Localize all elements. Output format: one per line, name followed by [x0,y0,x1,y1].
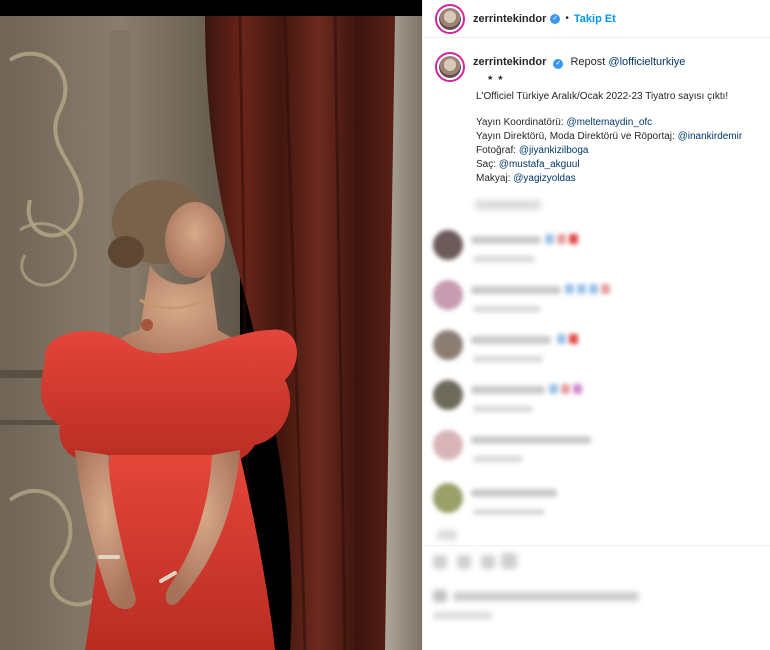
comment-text-blurred [471,286,561,294]
repost-mention-link[interactable]: @lofficielturkiye [608,56,685,68]
header-username[interactable]: zerrintekindor [473,13,546,25]
comment-text-blurred [471,386,545,394]
blurred-comment [433,330,763,370]
blurred-comment [433,230,763,270]
blurred-avatar-partial [437,530,457,540]
actions-divider [423,545,770,546]
post-caption: zerrintekindor ✓ Repost @lofficielturkiy… [423,38,770,186]
comment-icon[interactable] [457,555,471,569]
credit-label: Fotoğraf: [476,145,517,156]
save-icon[interactable] [501,553,517,569]
comment-meta-blurred [473,306,541,312]
follow-button[interactable]: Takip Et [574,13,616,25]
credit-line: Saç: @mustafa_akguul [476,158,758,172]
post-header: zerrintekindor ✓ • Takip Et [423,0,770,38]
emoji-icon [601,284,610,294]
credit-mention-link[interactable]: @yagizyoldas [513,173,575,184]
post-photo[interactable] [0,0,422,650]
emoji-icon [573,384,582,394]
credit-label: Saç: [476,159,497,170]
comment-meta-blurred [473,256,535,262]
post-sidebar: zerrintekindor ✓ • Takip Et zerrintekind… [422,0,770,650]
emoji-icon [577,284,586,294]
blurred-comment [433,483,763,523]
comment-text-blurred [471,236,541,244]
caption-body: L'Officiel Türkiye Aralık/Ocak 2022-23 T… [476,90,758,186]
comment-avatar[interactable] [433,380,463,410]
credit-line: Fotoğraf: @jiyankizilboga [476,144,758,158]
credit-line: Yayın Koordinatörü: @meltemaydin_ofc [476,116,758,130]
share-icon[interactable] [481,555,495,569]
post-date-blurred [433,612,493,619]
emoji-icon [561,384,570,394]
emoji-icon [557,334,566,344]
comment-avatar[interactable] [433,280,463,310]
emoji-icon [565,284,574,294]
credit-mention-link[interactable]: @inankirdemir [678,131,743,142]
emoji-icon [569,234,578,244]
credit-line: Yayın Direktörü, Moda Direktörü ve Röpor… [476,130,758,144]
caption-stars: ★ ★ [487,75,505,82]
likes-avatar [433,590,447,602]
blurred-caption-time [475,200,541,210]
blurred-comment [433,280,763,320]
caption-username[interactable]: zerrintekindor [473,56,546,68]
credit-mention-link[interactable]: @meltemaydin_ofc [566,117,652,128]
comment-meta-blurred [473,356,543,362]
emoji-icon [545,234,554,244]
credit-mention-link[interactable]: @jiyankizilboga [519,145,589,156]
comment-meta-blurred [473,456,523,462]
likes-text-blurred [453,592,639,601]
blurred-comment [433,430,763,470]
credit-mention-link[interactable]: @mustafa_akguul [499,159,580,170]
emoji-icon [589,284,598,294]
comment-text-blurred [471,436,591,444]
emoji-icon [557,234,566,244]
emoji-icon [569,334,578,344]
repost-label: Repost [570,56,606,68]
credit-line: Makyaj: @yagizyoldas [476,172,758,186]
credit-label: Makyaj: [476,173,511,184]
comment-avatar[interactable] [433,330,463,360]
caption-avatar[interactable] [435,52,465,82]
credit-label: Yayın Koordinatörü: [476,117,564,128]
comment-meta-blurred [473,509,545,515]
credit-label: Yayın Direktörü, Moda Direktörü ve Röpor… [476,131,675,142]
blurred-comment [433,380,763,420]
comment-text-blurred [471,489,557,497]
comment-avatar[interactable] [433,430,463,460]
caption-verified-badge-icon: ✓ [553,58,564,69]
emoji-icon [549,384,558,394]
profile-avatar[interactable] [435,3,465,34]
comment-meta-blurred [473,406,533,412]
caption-headline: L'Officiel Türkiye Aralık/Ocak 2022-23 T… [476,91,729,102]
header-separator: • [565,13,569,24]
comment-avatar[interactable] [433,230,463,260]
like-icon[interactable] [433,555,447,569]
photo-illustration [0,0,422,650]
comment-avatar[interactable] [433,483,463,513]
comment-text-blurred [471,336,551,344]
verified-badge-icon: ✓ [550,13,561,24]
